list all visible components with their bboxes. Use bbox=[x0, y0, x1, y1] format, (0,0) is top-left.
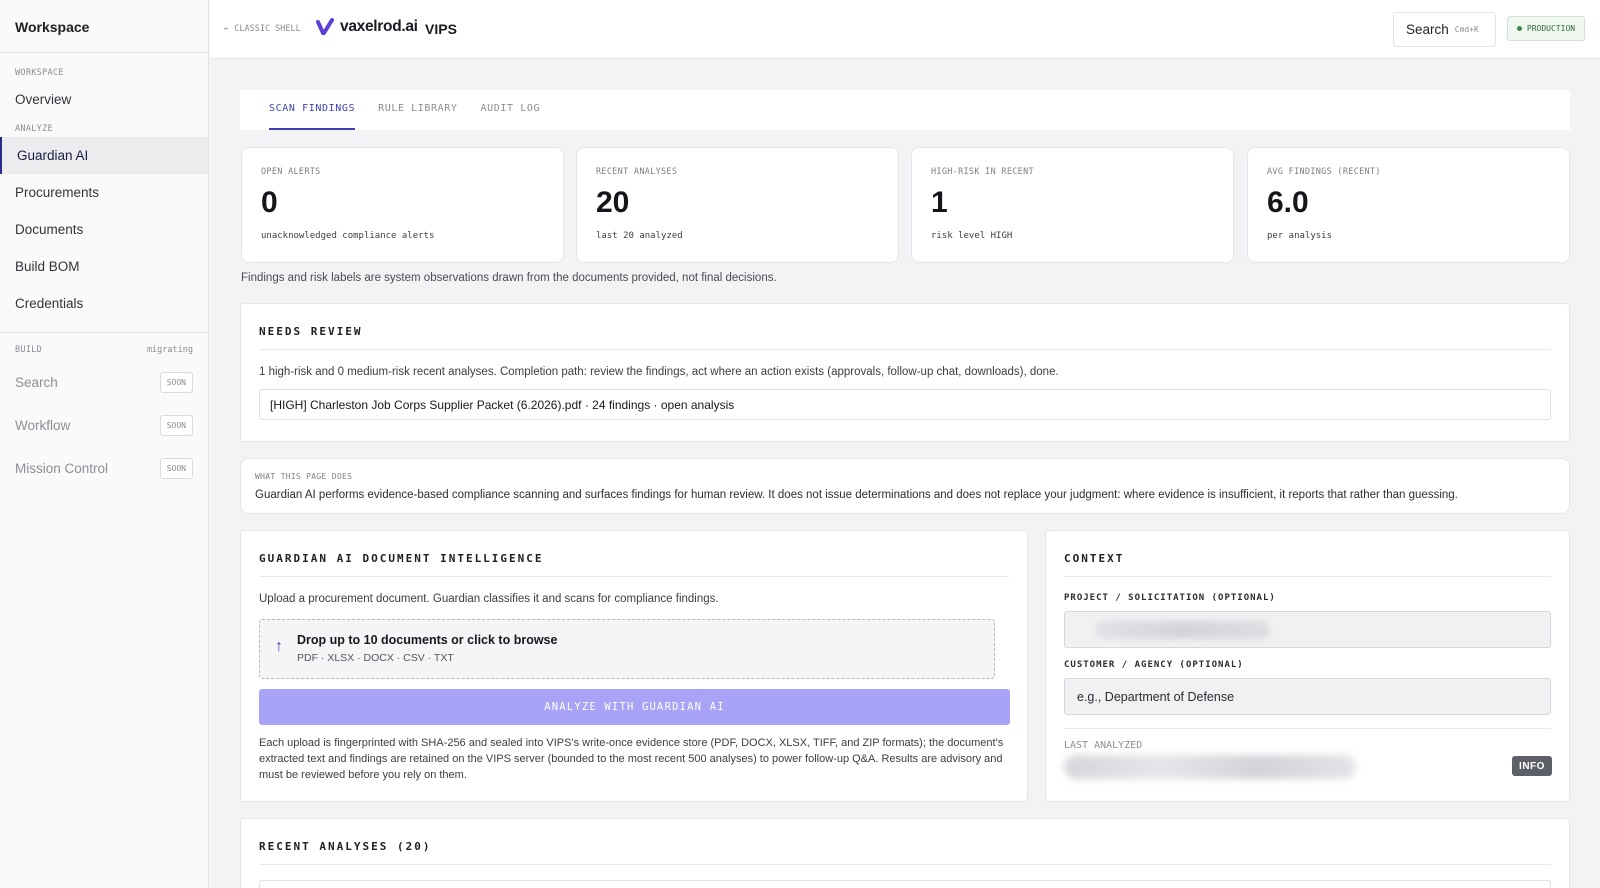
card-divider bbox=[259, 349, 1551, 350]
card-divider bbox=[1064, 728, 1551, 729]
section-analyze: ANALYZE bbox=[15, 124, 53, 134]
project-label: PROJECT / SOLICITATION (OPTIONAL) bbox=[1064, 593, 1276, 603]
findings-disclaimer: Findings and risk labels are system obse… bbox=[241, 272, 777, 284]
sidebar: Workspace WORKSPACE Overview ANALYZE Gua… bbox=[0, 0, 209, 888]
stat-card-open-alerts: OPEN ALERTS 0 unacknowledged compliance … bbox=[241, 147, 564, 263]
sidebar-item-workflow[interactable]: Workflow SOON bbox=[0, 404, 208, 447]
card-divider bbox=[1064, 576, 1551, 577]
status-dot-icon bbox=[1516, 26, 1522, 31]
card-divider bbox=[259, 864, 1551, 865]
sidebar-item-documents[interactable]: Documents bbox=[0, 211, 208, 248]
sidebar-item-overview[interactable]: Overview bbox=[0, 81, 208, 118]
dropzone-title: Drop up to 10 documents or click to brow… bbox=[297, 633, 558, 647]
customer-label: CUSTOMER / AGENCY (OPTIONAL) bbox=[1064, 660, 1244, 670]
stat-label: AVG FINDINGS (RECENT) bbox=[1267, 167, 1381, 177]
stat-label: RECENT ANALYSES bbox=[596, 167, 678, 177]
dropzone-formats: PDF · XLSX · DOCX · CSV · TXT bbox=[297, 652, 454, 664]
what-text: Guardian AI performs evidence-based comp… bbox=[255, 489, 1458, 501]
sidebar-item-guardian-ai[interactable]: Guardian AI bbox=[0, 137, 208, 174]
brand-logo[interactable]: vaxelrod.ai bbox=[316, 18, 418, 36]
document-intelligence-card: GUARDIAN AI DOCUMENT INTELLIGENCE Upload… bbox=[240, 530, 1028, 802]
sidebar-divider bbox=[0, 332, 208, 333]
environment-badge: PRODUCTION bbox=[1507, 16, 1585, 41]
tab-scan-findings[interactable]: SCAN FINDINGS bbox=[269, 90, 356, 130]
needs-review-title: NEEDS REVIEW bbox=[259, 325, 363, 338]
search-label: Search bbox=[1406, 22, 1449, 37]
sidebar-item-label: Search bbox=[15, 375, 58, 390]
search-shortcut: Cmd+K bbox=[1454, 25, 1479, 34]
tab-audit-log[interactable]: AUDIT LOG bbox=[481, 90, 541, 130]
needs-review-card: NEEDS REVIEW 1 high-risk and 0 medium-ri… bbox=[240, 303, 1570, 442]
brand-name: vaxelrod.ai bbox=[340, 18, 418, 35]
sidebar-item-credentials[interactable]: Credentials bbox=[0, 285, 208, 322]
redacted-last-analyzed bbox=[1064, 755, 1356, 779]
classic-shell-link[interactable]: ← CLASSIC SHELL bbox=[224, 24, 301, 34]
needs-review-text: 1 high-risk and 0 medium-risk recent ana… bbox=[259, 366, 1059, 378]
high-risk-analysis-link[interactable]: [HIGH] Charleston Job Corps Supplier Pac… bbox=[259, 389, 1551, 420]
recent-title: RECENT ANALYSES (20) bbox=[259, 840, 432, 853]
last-analyzed-label: LAST ANALYZED bbox=[1064, 740, 1143, 751]
stat-value: 1 bbox=[931, 186, 948, 219]
customer-input[interactable] bbox=[1064, 678, 1551, 715]
intel-intro: Upload a procurement document. Guardian … bbox=[259, 593, 719, 605]
app-name: VIPS bbox=[425, 21, 457, 37]
section-build: BUILD bbox=[15, 345, 43, 355]
section-workspace: WORKSPACE bbox=[15, 68, 64, 78]
top-bar: ← CLASSIC SHELL vaxelrod.ai VIPS Search … bbox=[210, 0, 1600, 59]
tab-rule-library[interactable]: RULE LIBRARY bbox=[378, 90, 457, 130]
workspace-title: Workspace bbox=[0, 0, 208, 53]
environment-label: PRODUCTION bbox=[1526, 24, 1576, 33]
analyze-button[interactable]: ANALYZE WITH GUARDIAN AI bbox=[259, 689, 1010, 725]
stat-label: OPEN ALERTS bbox=[261, 167, 321, 177]
sidebar-item-label: Mission Control bbox=[15, 461, 109, 476]
sidebar-item-procurements[interactable]: Procurements bbox=[0, 174, 208, 211]
sidebar-item-label: Workflow bbox=[15, 418, 71, 433]
stat-label: HIGH-RISK IN RECENT bbox=[931, 167, 1034, 177]
recent-analyses-card: RECENT ANALYSES (20) bbox=[240, 818, 1570, 888]
stat-caption: last 20 analyzed bbox=[596, 231, 683, 241]
context-card: CONTEXT PROJECT / SOLICITATION (OPTIONAL… bbox=[1045, 530, 1570, 802]
info-badge[interactable]: INFO bbox=[1512, 756, 1552, 776]
file-dropzone[interactable]: ↑ Drop up to 10 documents or click to br… bbox=[259, 619, 995, 679]
stat-value: 0 bbox=[261, 186, 278, 219]
what-label: WHAT THIS PAGE DOES bbox=[255, 472, 353, 481]
intel-title: GUARDIAN AI DOCUMENT INTELLIGENCE bbox=[259, 552, 544, 565]
search-button[interactable]: Search Cmd+K bbox=[1393, 12, 1496, 47]
what-this-page-does-card: WHAT THIS PAGE DOES Guardian AI performs… bbox=[240, 458, 1570, 514]
stat-caption: risk level HIGH bbox=[931, 231, 1013, 241]
migrating-note: migrating bbox=[146, 345, 193, 355]
stat-card-high-risk: HIGH-RISK IN RECENT 1 risk level HIGH bbox=[911, 147, 1234, 263]
stat-value: 6.0 bbox=[1267, 186, 1309, 219]
soon-badge: SOON bbox=[159, 415, 193, 436]
context-title: CONTEXT bbox=[1064, 552, 1125, 565]
sidebar-item-mission-control[interactable]: Mission Control SOON bbox=[0, 447, 208, 490]
upload-arrow-icon: ↑ bbox=[275, 638, 283, 655]
sidebar-item-build-bom[interactable]: Build BOM bbox=[0, 248, 208, 285]
brand-mark-icon bbox=[316, 18, 334, 35]
recent-analyses-table bbox=[259, 880, 1551, 888]
tab-bar: SCAN FINDINGS RULE LIBRARY AUDIT LOG bbox=[240, 90, 1570, 130]
stat-card-avg-findings: AVG FINDINGS (RECENT) 6.0 per analysis bbox=[1247, 147, 1570, 263]
stat-caption: unacknowledged compliance alerts bbox=[261, 231, 435, 241]
sidebar-item-search[interactable]: Search SOON bbox=[0, 361, 208, 404]
stat-value: 20 bbox=[596, 186, 630, 219]
card-divider bbox=[259, 576, 1009, 577]
stat-card-recent-analyses: RECENT ANALYSES 20 last 20 analyzed bbox=[576, 147, 899, 263]
redacted-value bbox=[1095, 621, 1270, 639]
stat-caption: per analysis bbox=[1267, 231, 1333, 241]
soon-badge: SOON bbox=[159, 372, 193, 393]
project-input[interactable] bbox=[1064, 611, 1551, 648]
upload-note: Each upload is fingerprinted with SHA-25… bbox=[259, 737, 1004, 781]
soon-badge: SOON bbox=[159, 458, 193, 479]
